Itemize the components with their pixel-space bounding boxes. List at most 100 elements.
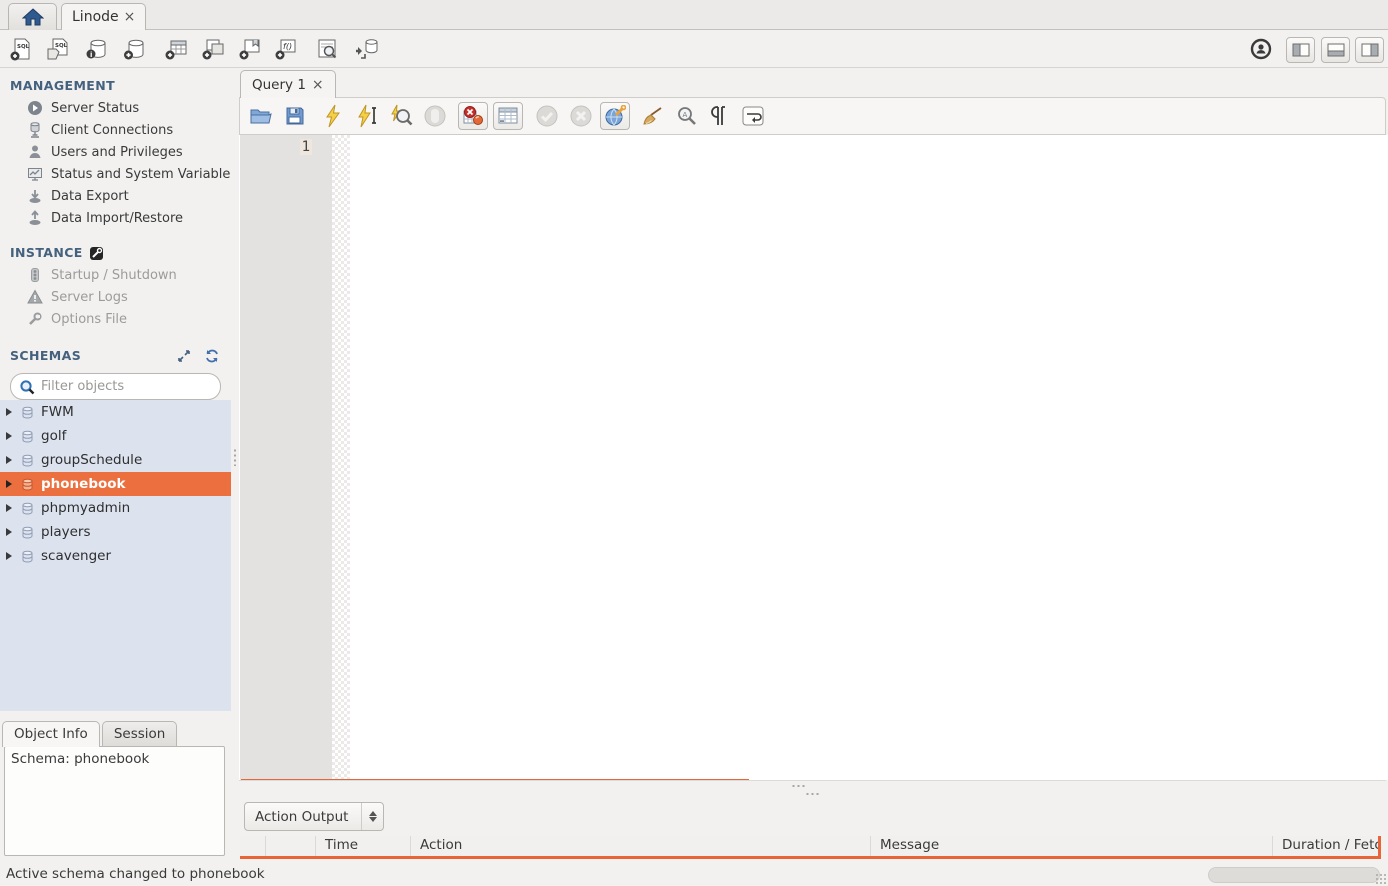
search-table-data-icon[interactable] (314, 36, 340, 62)
create-view-icon[interactable] (200, 36, 226, 62)
column-header-blank2[interactable] (266, 836, 316, 856)
output-selector[interactable]: Action Output (244, 802, 384, 831)
schema-icon (20, 405, 35, 420)
toggle-invisible-characters-icon[interactable] (706, 103, 732, 129)
expand-schemas-icon[interactable] (177, 349, 193, 363)
instance-section-title: INSTANCE (0, 229, 231, 264)
create-procedure-icon[interactable] (237, 36, 263, 62)
explain-statement-icon[interactable] (388, 103, 414, 129)
object-info-tabs: Object Info Session (2, 721, 177, 747)
tab-session[interactable]: Session (102, 721, 178, 747)
expander-icon[interactable] (6, 456, 12, 464)
output-splitter-handle[interactable] (791, 784, 807, 788)
toggle-right-panel-button[interactable] (1355, 37, 1384, 63)
sidebar-item-users-privileges[interactable]: Users and Privileges (0, 141, 231, 163)
main-tabbar: Linode × (0, 0, 1388, 30)
rollback-icon[interactable] (568, 103, 594, 129)
toggle-stop-on-error-button[interactable] (458, 102, 488, 130)
create-function-icon[interactable]: f() (273, 36, 299, 62)
stop-execution-icon[interactable] (422, 103, 448, 129)
schema-row-players[interactable]: players (0, 520, 231, 544)
column-header-message[interactable]: Message (871, 836, 1273, 856)
users-icon (26, 144, 43, 160)
toggle-bottom-panel-button[interactable] (1321, 37, 1350, 63)
options-file-icon (26, 311, 43, 327)
expander-icon[interactable] (6, 528, 12, 536)
refresh-schemas-icon[interactable] (205, 349, 221, 363)
schema-icon (20, 453, 35, 468)
user-account-icon[interactable] (1248, 36, 1274, 62)
clear-query-icon[interactable] (640, 103, 666, 129)
sql-editor-area: Query 1 × (237, 68, 1388, 862)
column-header-duration-fetch[interactable]: Duration / Fetch (1273, 836, 1380, 856)
svg-text:f(): f() (283, 42, 292, 51)
execute-script-icon[interactable] (320, 103, 346, 129)
schema-filter-input[interactable] (41, 379, 212, 394)
sidebar-item-system-variables[interactable]: Status and System Variables (0, 163, 231, 185)
query-tab-close-icon[interactable]: × (312, 78, 324, 92)
toggle-autocommit-button[interactable] (600, 102, 630, 130)
schema-icon (20, 501, 35, 516)
schema-row-groupschedule[interactable]: groupSchedule (0, 448, 231, 472)
find-icon[interactable]: A (674, 103, 700, 129)
toggle-word-wrap-icon[interactable] (740, 103, 766, 129)
sidebar-item-startup-shutdown[interactable]: Startup / Shutdown (0, 264, 231, 286)
svg-text:SQL: SQL (55, 43, 68, 49)
sidebar-item-server-logs[interactable]: Server Logs (0, 286, 231, 308)
open-file-icon[interactable] (248, 103, 274, 129)
schema-row-scavenger[interactable]: scavenger (0, 544, 231, 568)
schema-row-phpmyadmin[interactable]: phpmyadmin (0, 496, 231, 520)
editor-fold-margin (332, 135, 350, 780)
schema-list: FWM golf groupSchedule phonebook phpmyad (0, 400, 231, 711)
limit-rows-button[interactable] (493, 102, 523, 130)
sidebar-item-data-export[interactable]: Data Export (0, 185, 231, 207)
output-orange-underline (240, 856, 1378, 859)
expander-icon[interactable] (6, 480, 12, 488)
schema-inspector-icon[interactable]: i (84, 36, 110, 62)
combo-arrows-icon (361, 803, 377, 830)
object-info-text: Schema: phonebook (11, 751, 149, 767)
sidebar-item-client-connections[interactable]: Client Connections (0, 119, 231, 141)
expander-icon[interactable] (6, 504, 12, 512)
reconnect-dbms-icon[interactable] (354, 36, 380, 62)
instance-wrench-icon (89, 246, 105, 260)
status-bar: Active schema changed to phonebook (0, 862, 1388, 886)
connection-tab[interactable]: Linode × (61, 3, 146, 30)
column-header-time[interactable]: Time (316, 836, 411, 856)
object-info-panel: Schema: phonebook (4, 746, 225, 856)
output-table-header: Time Action Message Duration / Fetch (240, 836, 1380, 856)
column-header-action[interactable]: Action (411, 836, 871, 856)
new-query-tab-icon[interactable]: SQL (8, 36, 34, 62)
open-sql-script-icon[interactable]: SQL (45, 36, 71, 62)
output-splitter-handle-2[interactable] (805, 792, 821, 796)
toggle-left-panel-button[interactable] (1286, 37, 1315, 63)
schema-icon (20, 477, 35, 492)
tab-object-info[interactable]: Object Info (2, 721, 100, 747)
data-export-icon (26, 188, 43, 204)
expander-icon[interactable] (6, 432, 12, 440)
window-resize-grip[interactable] (1375, 873, 1387, 885)
save-script-icon[interactable] (282, 103, 308, 129)
schema-row-golf[interactable]: golf (0, 424, 231, 448)
schema-row-phonebook[interactable]: phonebook (0, 472, 231, 496)
sidebar-item-data-import[interactable]: Data Import/Restore (0, 207, 231, 229)
create-table-icon[interactable] (163, 36, 189, 62)
sidebar-item-server-status[interactable]: Server Status (0, 97, 231, 119)
home-icon (22, 8, 44, 26)
create-schema-icon[interactable] (122, 36, 148, 62)
home-tab[interactable] (8, 3, 57, 30)
execute-current-statement-icon[interactable] (354, 103, 380, 129)
sql-editor[interactable]: 1 (239, 135, 1388, 780)
commit-icon[interactable] (534, 103, 560, 129)
expander-icon[interactable] (6, 552, 12, 560)
output-selector-label: Action Output (255, 809, 348, 825)
sidebar-item-options-file[interactable]: Options File (0, 308, 231, 330)
horizontal-scrollbar-thumb[interactable] (1208, 867, 1380, 883)
column-header-blank1[interactable] (240, 836, 266, 856)
query-tab[interactable]: Query 1 × (240, 70, 336, 98)
server-status-icon (26, 100, 43, 116)
expander-icon[interactable] (6, 408, 12, 416)
schema-row-fwm[interactable]: FWM (0, 400, 231, 424)
connection-tab-close-icon[interactable]: × (124, 10, 136, 24)
svg-text:A: A (683, 111, 688, 119)
